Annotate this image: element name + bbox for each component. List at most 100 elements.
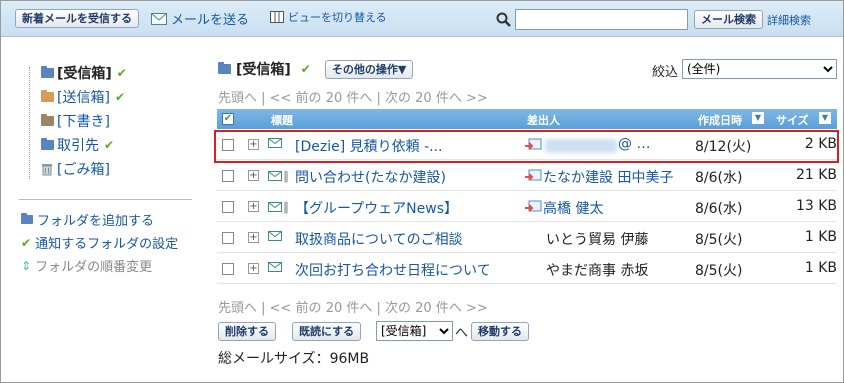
mail-icon-cell [268, 138, 282, 148]
expand-icon[interactable]: + [248, 170, 259, 181]
send-mail-link[interactable]: メールを送る [151, 9, 249, 28]
folder-title: [受信箱] [236, 62, 291, 78]
reorder-folders-label: フォルダの順番変更 [35, 260, 153, 275]
pager-bottom[interactable]: 先頭へ | << 前の 20 件へ | 次の 20 件へ >> [218, 297, 488, 316]
list-header: ✔ 標題 差出人 作成日時 ▼ サイズ ▼ [217, 109, 837, 129]
envelope-icon [268, 138, 282, 148]
advanced-search-label: 詳細検索 [767, 14, 811, 27]
mail-sender[interactable]: 高橋 健太 [543, 198, 603, 218]
folder-icon [218, 62, 231, 74]
mail-sender: いとう貿易 伊藤 [546, 232, 649, 248]
receive-mail-button[interactable]: 新着メールを受信する [15, 9, 139, 28]
mail-row[interactable]: + ∥ 【グループウェアNews】 高橋 健太 8/6(水) 13 KB [217, 191, 837, 222]
column-date[interactable]: 作成日時 [698, 112, 742, 128]
folder-icon [41, 66, 54, 78]
folder-icon [21, 213, 33, 224]
mail-subject[interactable]: 次回お打ち合わせ日程について [295, 260, 491, 280]
folder-trash[interactable]: [ごみ箱] [41, 159, 110, 179]
mail-subject[interactable]: [Dezie] 見積り依頼 -... [295, 136, 442, 156]
advanced-search-link[interactable]: 詳細検索 [767, 12, 811, 28]
divider [19, 199, 192, 200]
mail-icon-cell [268, 262, 282, 272]
move-target-select[interactable]: [受信箱] [376, 321, 453, 341]
add-folder-link[interactable]: フォルダを追加する [21, 210, 154, 229]
move-button[interactable]: 移動する [471, 322, 529, 341]
send-mail-label: メールを送る [171, 13, 250, 28]
check-icon: ✔ [104, 138, 115, 152]
notify-folder-settings-link[interactable]: ✔ 通知するフォルダの設定 [21, 233, 178, 253]
envelope-icon [268, 231, 282, 241]
mail-sender[interactable]: @ … [618, 136, 650, 152]
folder-icon [41, 90, 54, 102]
total-mail-size: 総メールサイズ：96MB [218, 351, 370, 367]
sender-card-icon[interactable] [524, 169, 542, 187]
toolbar: 新着メールを受信する メールを送る ビューを切り替える メール検索 詳細検索 [1, 1, 843, 37]
filter-label: 絞込 [652, 65, 679, 80]
folder-label: [ごみ箱] [57, 162, 110, 178]
check-icon: ✔ [300, 62, 311, 76]
sender-card-icon[interactable] [524, 200, 542, 218]
folder-icon [41, 114, 54, 126]
row-checkbox[interactable] [222, 232, 234, 244]
check-icon: ✔ [114, 90, 125, 104]
reorder-folders-link[interactable]: ⇕ フォルダの順番変更 [21, 256, 153, 276]
expand-icon[interactable]: + [248, 232, 259, 243]
row-checkbox[interactable] [222, 170, 234, 182]
envelope-icon [268, 171, 282, 181]
mail-icon-cell: ∥ [268, 200, 289, 214]
mail-date: 8/6(水) [695, 170, 743, 186]
expand-icon[interactable]: + [248, 201, 259, 212]
folder-inbox[interactable]: [受信箱] ✔ [41, 63, 127, 83]
row-checkbox[interactable] [222, 201, 234, 213]
folder-icon [41, 138, 54, 150]
mail-date: 8/5(火) [695, 232, 743, 248]
delete-button[interactable]: 削除する [218, 322, 276, 341]
mail-row[interactable]: + 取扱商品についてのご相談 いとう貿易 伊藤 8/5(火) 1 KB [217, 222, 837, 253]
switch-view-link[interactable]: ビューを切り替える [270, 9, 387, 25]
sender-card-icon[interactable] [524, 138, 542, 156]
column-sender[interactable]: 差出人 [527, 112, 560, 128]
column-title[interactable]: 標題 [271, 112, 293, 128]
mail-sender[interactable]: たなか建設 田中美子 [543, 167, 673, 187]
pager-top[interactable]: 先頭へ | << 前の 20 件へ | 次の 20 件へ >> [218, 87, 488, 106]
mail-size: 21 KB [795, 167, 837, 183]
trash-icon [42, 163, 52, 175]
updown-arrow-icon: ⇕ [21, 258, 32, 273]
folder-header: [受信箱] ✔ その他の操作▼ [218, 59, 414, 79]
mail-subject[interactable]: 問い合わせ(たなか建設) [295, 167, 446, 187]
folder-clients[interactable]: 取引先 ✔ [41, 135, 114, 155]
expand-icon[interactable]: + [248, 263, 259, 274]
expand-icon[interactable]: + [248, 139, 259, 150]
folder-sent[interactable]: [送信箱] ✔ [41, 87, 125, 107]
mail-subject[interactable]: 取扱商品についてのご相談 [295, 229, 463, 249]
check-icon: ✔ [21, 235, 32, 250]
mail-size: 1 KB [804, 229, 837, 245]
column-size[interactable]: サイズ [776, 112, 809, 128]
other-operations-button[interactable]: その他の操作▼ [324, 59, 414, 79]
search-input[interactable] [515, 9, 688, 30]
sort-dropdown-icon[interactable]: ▼ [819, 112, 831, 124]
mail-size: 1 KB [804, 260, 837, 276]
envelope-icon [268, 202, 282, 212]
row-checkbox[interactable] [222, 139, 234, 151]
select-all-checkbox[interactable]: ✔ [222, 113, 234, 125]
mail-row[interactable]: + 次回お打ち合わせ日程について やまだ商事 赤坂 8/5(火) 1 KB [217, 253, 837, 284]
folder-label: [下書き] [57, 114, 110, 130]
mail-size: 2 KB [804, 136, 837, 152]
blurred-sender-name [545, 139, 617, 153]
columns-icon [270, 11, 284, 23]
folder-drafts[interactable]: [下書き] [41, 111, 110, 131]
envelope-icon [151, 12, 167, 25]
mail-subject[interactable]: 【グループウェアNews】 [295, 198, 458, 218]
add-folder-label: フォルダを追加する [37, 214, 155, 229]
row-checkbox[interactable] [222, 263, 234, 275]
check-icon: ✔ [116, 66, 127, 80]
sort-dropdown-icon[interactable]: ▼ [752, 112, 764, 124]
paperclip-icon: ∥ [283, 200, 289, 214]
search-mail-button[interactable]: メール検索 [694, 10, 763, 29]
paperclip-icon: ∥ [283, 169, 289, 183]
mail-row[interactable]: + ∥ 問い合わせ(たなか建設) たなか建設 田中美子 8/6(水) 21 KB [217, 160, 837, 191]
filter-select[interactable]: (全件) [682, 59, 837, 79]
mark-read-button[interactable]: 既読にする [292, 322, 362, 341]
mail-row[interactable]: + [Dezie] 見積り依頼 -... @ … 8/12(火) 2 KB [217, 129, 837, 160]
